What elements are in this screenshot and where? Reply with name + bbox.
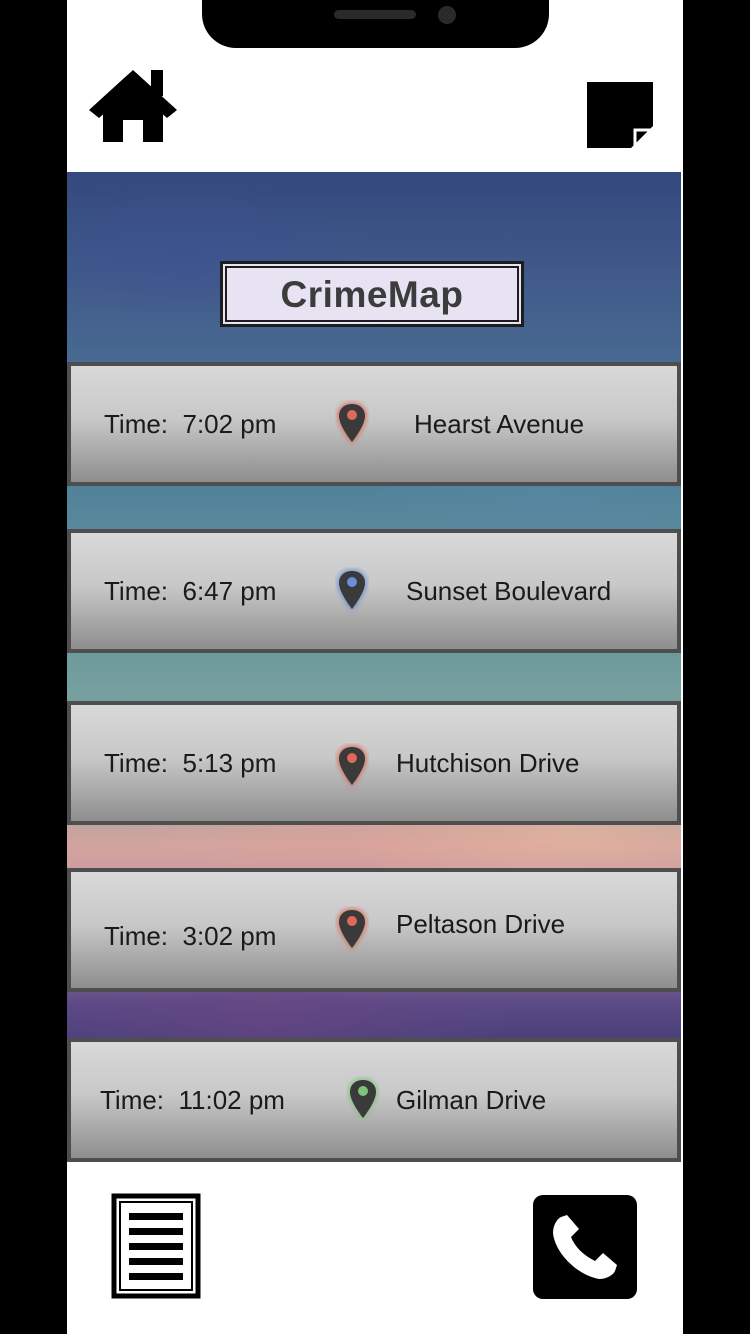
map-pin-icon [335, 400, 369, 448]
incident-card[interactable]: Time: 6:47 pm Sunset Boulevard [67, 529, 681, 653]
sticky-note-icon[interactable] [587, 80, 655, 150]
device-notch [202, 0, 549, 48]
speaker-grille [334, 10, 416, 19]
incident-time: Time: 5:13 pm [104, 747, 277, 778]
map-pin-icon [335, 906, 369, 954]
incident-card[interactable]: Time: 5:13 pm Hutchison Drive [67, 701, 681, 825]
incident-street: Sunset Boulevard [406, 575, 612, 606]
phone-icon[interactable] [533, 1195, 637, 1299]
map-pin-icon [335, 743, 369, 791]
incident-time: Time: 7:02 pm [104, 408, 277, 439]
incident-street: Hearst Avenue [414, 408, 585, 439]
incident-card[interactable]: Time: 7:02 pm Hearst Avenue [67, 362, 681, 486]
phone-screen: CrimeMap Time: 7:02 pm Hearst Avenue Tim… [67, 0, 683, 1334]
incident-street: Hutchison Drive [396, 747, 580, 778]
app-title-box: CrimeMap [220, 261, 524, 327]
map-banner: CrimeMap Time: 7:02 pm Hearst Avenue Tim… [67, 172, 681, 1162]
incident-time: Time: 11:02 pm [100, 1084, 285, 1115]
app-title: CrimeMap [280, 274, 464, 315]
incident-street: Peltason Drive [396, 908, 566, 939]
map-pin-icon [346, 1076, 380, 1124]
incident-street: Gilman Drive [396, 1084, 547, 1115]
incident-time: Time: 6:47 pm [104, 575, 277, 606]
list-icon[interactable] [111, 1193, 201, 1299]
incident-time: Time: 3:02 pm [104, 920, 277, 951]
front-camera [438, 6, 456, 24]
incident-card[interactable]: Time: 3:02 pm Peltason Drive [67, 868, 681, 992]
map-pin-icon [335, 567, 369, 615]
incident-card[interactable]: Time: 11:02 pm Gilman Drive [67, 1038, 681, 1162]
home-icon[interactable] [85, 66, 181, 146]
